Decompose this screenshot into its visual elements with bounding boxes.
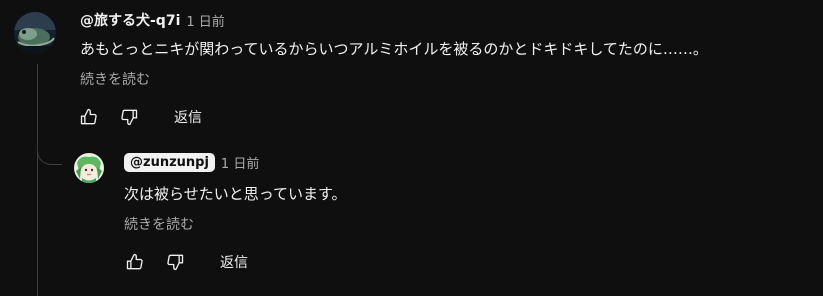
reply-dislike-button[interactable]: [164, 251, 186, 273]
reply-text: 次は被らせたいと思っています。: [124, 185, 347, 203]
thumbs-down-icon: [121, 109, 138, 126]
dislike-button[interactable]: [118, 106, 140, 128]
comment-text: あもとっとニキが関わっているからいつアルミホイルを被るのかとドキドキしてたのに……: [80, 40, 708, 58]
read-more-link[interactable]: 続きを読む: [80, 69, 150, 89]
reply-read-more-link[interactable]: 続きを読む: [124, 214, 194, 234]
like-button[interactable]: [78, 106, 100, 128]
thumbs-up-icon: [126, 253, 143, 270]
reply-timestamp[interactable]: 1 日前: [221, 153, 259, 172]
green-character-avatar-icon: [74, 153, 104, 183]
reply-connector: [37, 140, 62, 165]
reply-button[interactable]: 返信: [174, 107, 202, 127]
commenter-avatar[interactable]: [14, 12, 56, 54]
thumbs-up-icon: [80, 108, 97, 125]
comment-timestamp[interactable]: 1 日前: [186, 11, 224, 30]
reply-like-button[interactable]: [124, 251, 146, 273]
thumbs-down-icon: [167, 254, 184, 271]
comment-author[interactable]: @旅する犬-q7i: [80, 10, 180, 30]
reply-reply-button[interactable]: 返信: [220, 252, 248, 272]
reply-header: @zunzunpj 1 日前: [124, 153, 259, 172]
lizard-avatar-icon: [14, 12, 56, 54]
reply-author-badge[interactable]: @zunzunpj: [124, 153, 215, 172]
reply-avatar[interactable]: [74, 153, 104, 183]
comment-header: @旅する犬-q7i 1 日前: [80, 10, 225, 30]
thread-line: [37, 64, 38, 296]
